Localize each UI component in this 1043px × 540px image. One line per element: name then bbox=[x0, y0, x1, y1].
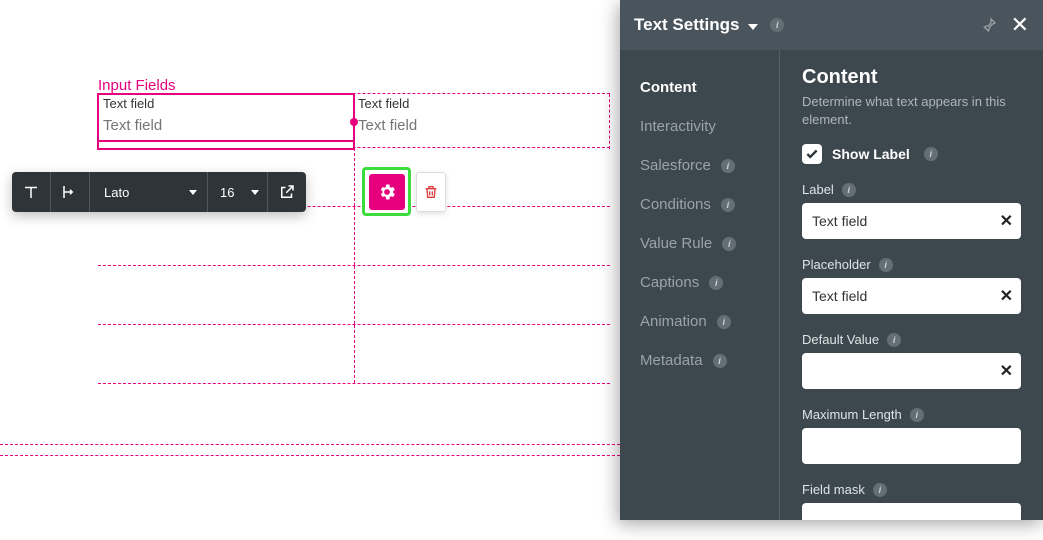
external-link-icon bbox=[278, 183, 296, 201]
font-size-dropdown[interactable]: 16 bbox=[208, 172, 268, 212]
fieldmask-input[interactable] bbox=[802, 503, 1021, 520]
panel-title[interactable]: Text Settings bbox=[634, 15, 758, 35]
format-toolbar: Lato 16 bbox=[12, 172, 306, 212]
maxlength-field-label: Maximum Length i bbox=[802, 407, 1021, 422]
text-field-2-input[interactable] bbox=[354, 111, 609, 140]
content-subtext: Determine what text appears in this elem… bbox=[802, 93, 1021, 128]
nav-label: Conditions bbox=[640, 196, 711, 213]
font-dropdown[interactable]: Lato bbox=[90, 172, 208, 212]
nav-label: Animation bbox=[640, 313, 707, 330]
text-settings-panel: Text Settings i ✕ Content Interactivity Sa… bbox=[620, 0, 1043, 520]
label-field-label: Label i bbox=[802, 182, 1021, 197]
text-icon bbox=[22, 183, 40, 201]
chevron-down-icon bbox=[748, 24, 758, 30]
info-icon[interactable]: i bbox=[910, 408, 924, 422]
show-label-checkbox[interactable] bbox=[802, 144, 822, 164]
text-field-1-input[interactable] bbox=[99, 111, 353, 142]
grid-full-row bbox=[0, 444, 620, 456]
grid-row bbox=[98, 207, 610, 266]
align-button[interactable] bbox=[51, 172, 90, 212]
settings-nav: ContentInteractivitySalesforceiCondition… bbox=[620, 50, 780, 520]
info-icon[interactable]: i bbox=[879, 258, 893, 272]
grid-row bbox=[98, 266, 610, 325]
clear-button[interactable]: ✕ bbox=[1000, 286, 1013, 306]
info-icon[interactable]: i bbox=[924, 147, 938, 161]
settings-highlight bbox=[362, 167, 411, 216]
nav-item-conditions[interactable]: Conditions i bbox=[640, 185, 779, 224]
info-icon[interactable]: i bbox=[713, 354, 727, 368]
info-icon[interactable]: i bbox=[842, 183, 856, 197]
check-icon bbox=[805, 147, 819, 161]
nav-item-value-rule[interactable]: Value Rule i bbox=[640, 224, 779, 263]
canvas-area: Input Fields Text field Text field Lato … bbox=[0, 0, 620, 540]
nav-label: Captions bbox=[640, 274, 699, 291]
chevron-down-icon bbox=[189, 190, 197, 195]
text-field-2-label: Text field bbox=[354, 94, 609, 111]
trash-icon bbox=[423, 183, 439, 201]
delete-button[interactable] bbox=[416, 172, 446, 212]
fieldmask-field-label: Field mask i bbox=[802, 482, 1021, 497]
align-left-icon bbox=[61, 183, 79, 201]
clear-button[interactable]: ✕ bbox=[1000, 211, 1013, 231]
info-icon[interactable]: i bbox=[873, 483, 887, 497]
maxlength-input[interactable] bbox=[802, 428, 1021, 464]
font-size: 16 bbox=[220, 185, 234, 200]
settings-button[interactable] bbox=[369, 174, 405, 210]
settings-content: Content Determine what text appears in t… bbox=[780, 50, 1043, 520]
info-icon[interactable]: i bbox=[722, 237, 736, 251]
label-input[interactable] bbox=[802, 203, 1021, 239]
nav-label: Value Rule bbox=[640, 235, 712, 252]
fields-row: Text field Text field bbox=[98, 93, 610, 148]
text-field-1[interactable]: Text field bbox=[98, 94, 354, 149]
nav-label: Metadata bbox=[640, 352, 703, 369]
nav-label: Salesforce bbox=[640, 157, 711, 174]
chevron-down-icon bbox=[251, 190, 259, 195]
text-field-2[interactable]: Text field bbox=[354, 94, 610, 149]
info-icon[interactable]: i bbox=[721, 159, 735, 173]
content-heading: Content bbox=[802, 66, 1021, 89]
nav-item-content[interactable]: Content bbox=[640, 68, 779, 107]
grid-row bbox=[98, 325, 610, 384]
font-name: Lato bbox=[104, 185, 129, 200]
section-title: Input Fields bbox=[98, 77, 176, 94]
default-value-field-label: Default Value i bbox=[802, 332, 1021, 347]
show-label-text: Show Label bbox=[832, 146, 910, 162]
text-style-button[interactable] bbox=[12, 172, 51, 212]
placeholder-input[interactable] bbox=[802, 278, 1021, 314]
open-external-button[interactable] bbox=[268, 172, 306, 212]
pin-icon[interactable] bbox=[981, 17, 997, 33]
default-value-input[interactable] bbox=[802, 353, 1021, 389]
nav-item-salesforce[interactable]: Salesforce i bbox=[640, 146, 779, 185]
info-icon[interactable]: i bbox=[770, 18, 784, 32]
nav-label: Interactivity bbox=[640, 118, 716, 135]
clear-button[interactable]: ✕ bbox=[1000, 361, 1013, 381]
nav-item-interactivity[interactable]: Interactivity bbox=[640, 107, 779, 146]
nav-item-animation[interactable]: Animation i bbox=[640, 302, 779, 341]
nav-item-metadata[interactable]: Metadata i bbox=[640, 341, 779, 380]
nav-item-captions[interactable]: Captions i bbox=[640, 263, 779, 302]
nav-label: Content bbox=[640, 79, 697, 96]
text-field-1-label: Text field bbox=[99, 94, 353, 111]
placeholder-field-label: Placeholder i bbox=[802, 257, 1021, 272]
info-icon[interactable]: i bbox=[887, 333, 901, 347]
close-button[interactable]: ✕ bbox=[1011, 14, 1029, 36]
info-icon[interactable]: i bbox=[717, 315, 731, 329]
panel-header: Text Settings i ✕ bbox=[620, 0, 1043, 50]
gear-icon bbox=[377, 182, 397, 202]
info-icon[interactable]: i bbox=[721, 198, 735, 212]
info-icon[interactable]: i bbox=[709, 276, 723, 290]
